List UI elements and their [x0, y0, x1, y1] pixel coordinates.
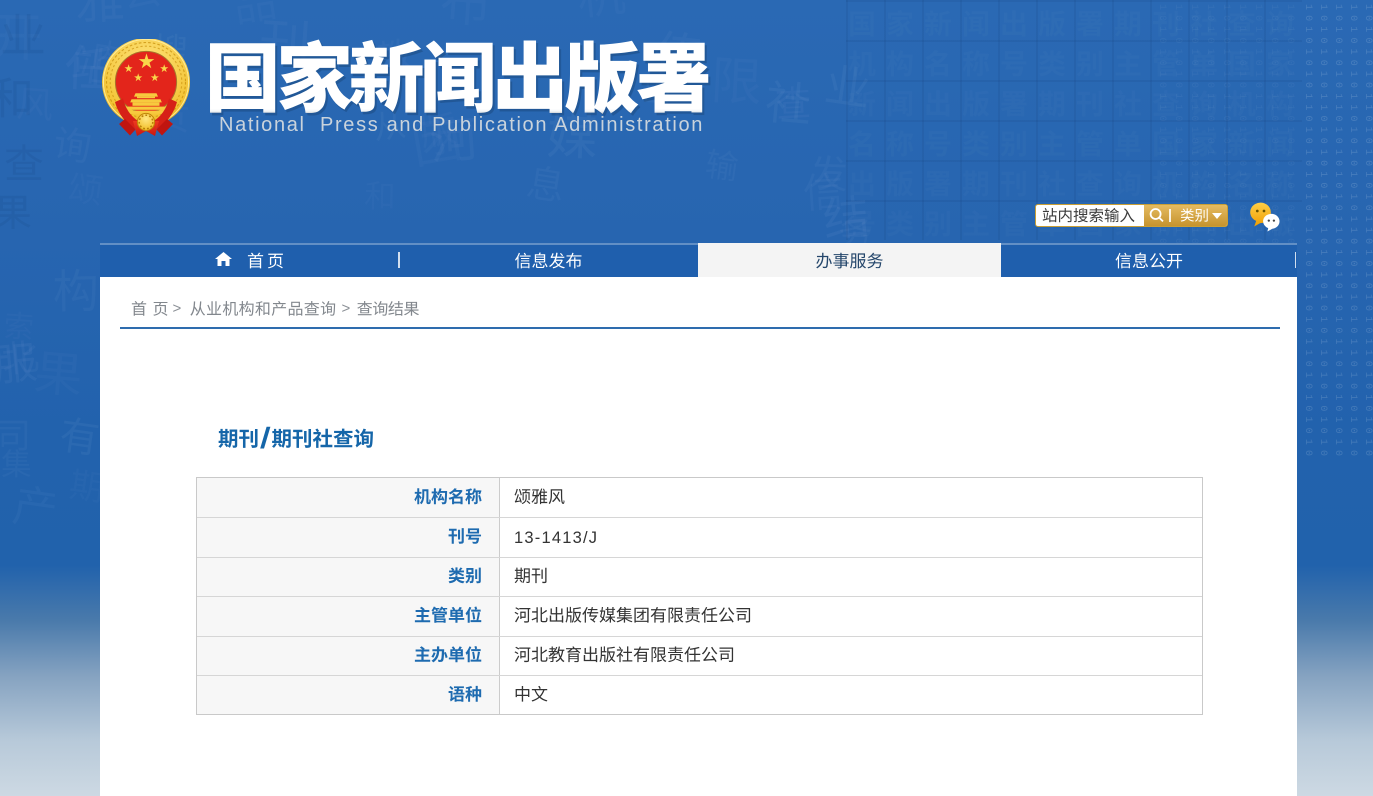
svg-text:101010101101010101011010101010: 1010101011010101010110101010101101010101… [1332, 4, 1343, 456]
svg-text:101010101101010101011010101010: 1010101011010101010110101010101101010101… [1362, 4, 1373, 456]
svg-text:101010101101010101011010101010: 1010101011010101010110101010101101010101… [1302, 4, 1313, 456]
svg-text:101010101101010101011010101010: 1010101011010101010110101010101101010101… [1347, 4, 1358, 456]
svg-text:101010101101010101011010101010: 1010101011010101010110101010101101010101… [1317, 4, 1328, 456]
